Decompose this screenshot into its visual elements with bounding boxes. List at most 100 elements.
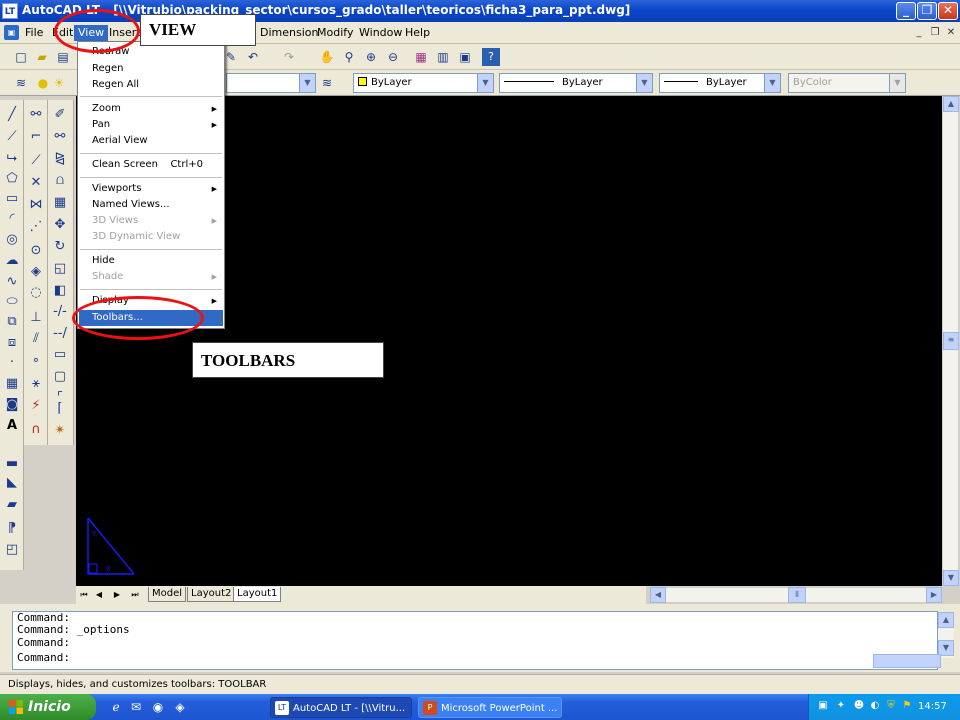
snap-midpoint-icon[interactable]: ⟋ (27, 152, 45, 170)
next-tab-icon[interactable]: ▶ (110, 588, 124, 602)
scroll-up-icon[interactable]: ▲ (938, 612, 954, 628)
volume-icon[interactable]: ◐ (868, 699, 882, 713)
doc-minimize-button[interactable]: _ (912, 27, 926, 39)
messenger-icon[interactable]: ☻ (852, 699, 866, 713)
security-shield-icon[interactable]: ⛨ (884, 699, 898, 713)
horizontal-scrollbar[interactable]: ◀ ⦀ ▶ (650, 587, 942, 603)
snap-intersection-icon[interactable]: ✕ (27, 174, 45, 192)
chevron-down-icon[interactable]: ▼ (764, 74, 780, 92)
restore-button[interactable]: ❐ (917, 2, 937, 20)
snap-nearest-icon[interactable]: ⚡ (27, 397, 45, 415)
scroll-up-icon[interactable]: ▲ (943, 96, 959, 112)
multiline-text-icon[interactable]: A (3, 417, 21, 435)
rotate-icon[interactable]: ↻ (51, 238, 69, 256)
construction-line-icon[interactable]: ⟋ (3, 128, 21, 146)
outlook-express-icon[interactable]: ✉ (128, 699, 144, 715)
offset-icon[interactable]: ⩍ (51, 172, 69, 190)
scroll-right-icon[interactable]: ▶ (926, 587, 942, 603)
linetype-dropdown[interactable]: ByLayer ▼ (499, 73, 653, 93)
tab-model[interactable]: Model (148, 587, 187, 602)
snap-tangent-icon[interactable]: ◌ (27, 284, 45, 302)
copy-icon[interactable]: ⚯ (51, 128, 69, 146)
last-tab-icon[interactable]: ⏭ (128, 588, 142, 602)
insert-block-icon[interactable]: ⧉ (3, 313, 21, 331)
snap-none-icon[interactable]: ∩ (27, 421, 45, 439)
menu-item-aerial-view[interactable]: Aerial View (79, 133, 223, 149)
menu-item-clean-screen[interactable]: Clean Screen Ctrl+0 (79, 157, 223, 173)
layer-dropdown[interactable]: ▼ (226, 73, 316, 93)
layer-previous-icon[interactable]: ◰ (3, 541, 21, 559)
menu-item-named-views[interactable]: Named Views... (79, 197, 223, 213)
spline-icon[interactable]: ∿ (3, 273, 21, 291)
snap-extension-icon[interactable]: ⋰ (27, 218, 45, 236)
save-icon[interactable]: ▤ (54, 48, 72, 66)
update-icon[interactable]: ⚑ (900, 699, 914, 713)
show-desktop-icon[interactable]: ◈ (172, 699, 188, 715)
network-icon[interactable]: ▣ (816, 699, 830, 713)
lineweight-dropdown[interactable]: ByLayer ▼ (659, 73, 781, 93)
polyline-icon[interactable]: ⮡ (3, 150, 21, 168)
horizontal-scroll-thumb[interactable]: ⦀ (788, 587, 806, 603)
ellipse-icon[interactable]: ⬭ (3, 293, 21, 311)
menu-item-viewports[interactable]: Viewports ▶ (79, 181, 223, 197)
snap-quadrant-icon[interactable]: ◈ (27, 263, 45, 281)
snap-parallel-icon[interactable]: ⫽ (27, 330, 45, 348)
make-block-icon[interactable]: ⧈ (3, 334, 21, 352)
doc-restore-button[interactable]: ❐ (928, 27, 942, 39)
command-scrollbar[interactable]: ▲ ▼ (938, 612, 954, 658)
scroll-down-icon[interactable]: ▼ (943, 570, 959, 586)
erase-icon[interactable]: ✐ (51, 106, 69, 124)
first-tab-icon[interactable]: ⏮ (77, 588, 91, 602)
menu-modify[interactable]: Modify (313, 25, 357, 41)
scroll-thumb[interactable]: ≡ (943, 332, 959, 350)
line-icon[interactable]: ╱ (3, 106, 21, 124)
chevron-down-icon[interactable]: ▼ (299, 74, 315, 92)
snap-from-icon[interactable]: ⚯ (27, 106, 45, 124)
scale-icon[interactable]: ◱ (51, 260, 69, 278)
make-object-layer-current-icon[interactable]: ≋ (318, 74, 336, 92)
help-icon[interactable]: ? (482, 48, 500, 66)
command-prompt[interactable]: Command: (17, 651, 937, 664)
arc-icon[interactable]: ◜ (3, 210, 21, 228)
layer-states-icon[interactable]: ▰ (3, 496, 21, 514)
dimension-style-icon[interactable]: ▬ (3, 455, 21, 473)
zoom-window-icon[interactable]: ⊕ (362, 48, 380, 66)
snap-perpendicular-icon[interactable]: ⊥ (27, 309, 45, 327)
polygon-icon[interactable]: ⬠ (3, 170, 21, 188)
command-line[interactable]: Command: Command: _options Command: Comm… (12, 611, 938, 670)
antivirus-icon[interactable]: ✦ (834, 699, 848, 713)
taskbar-button-powerpoint[interactable]: P Microsoft PowerPoint ... (418, 697, 562, 718)
snap-apparent-intersection-icon[interactable]: ⋈ (27, 196, 45, 214)
chevron-down-icon[interactable]: ▼ (636, 74, 652, 92)
menu-item-pan[interactable]: Pan ▶ (79, 117, 223, 133)
snap-center-icon[interactable]: ⊙ (27, 242, 45, 260)
snap-insert-icon[interactable]: ∘ (27, 352, 45, 370)
color-dropdown[interactable]: ByLayer ▼ (353, 73, 494, 93)
join-icon[interactable]: ▢ (51, 368, 69, 386)
move-icon[interactable]: ✥ (51, 216, 69, 234)
snap-node-icon[interactable]: ⚹ (27, 375, 45, 393)
doc-close-button[interactable]: ✕ (944, 27, 958, 39)
redo-icon[interactable]: ↷ (280, 48, 298, 66)
array-icon[interactable]: ▦ (51, 194, 69, 212)
fillet-icon[interactable]: ⌈ (51, 400, 69, 418)
menu-item-regen-all[interactable]: Regen All (79, 77, 223, 93)
undo-icon[interactable]: ↶ (244, 48, 262, 66)
menu-item-regen[interactable]: Regen (79, 61, 223, 77)
break-icon[interactable]: ▭ (51, 346, 69, 364)
chevron-down-icon[interactable]: ▼ (477, 74, 493, 92)
mirror-icon[interactable]: ⧎ (51, 150, 69, 168)
menu-help[interactable]: Help (401, 25, 434, 41)
region-icon[interactable]: ◙ (3, 396, 21, 414)
extend-icon[interactable]: --/ (51, 325, 69, 343)
snap-endpoint-icon[interactable]: ⌐ (27, 128, 45, 146)
tab-layout1[interactable]: Layout1 (233, 587, 282, 602)
internet-explorer-icon[interactable]: ℯ (108, 699, 124, 715)
revision-cloud-icon[interactable]: ☁ (3, 252, 21, 270)
dimension-update-icon[interactable]: ◣ (3, 474, 21, 492)
previous-tab-icon[interactable]: ◀ (92, 588, 106, 602)
taskbar-button-autocad[interactable]: LT AutoCAD LT - [\\Vitru... (270, 697, 412, 718)
zoom-realtime-icon[interactable]: ⚲ (340, 48, 358, 66)
design-center-icon[interactable]: ▥ (434, 48, 452, 66)
menu-item-hide[interactable]: Hide (79, 253, 223, 269)
